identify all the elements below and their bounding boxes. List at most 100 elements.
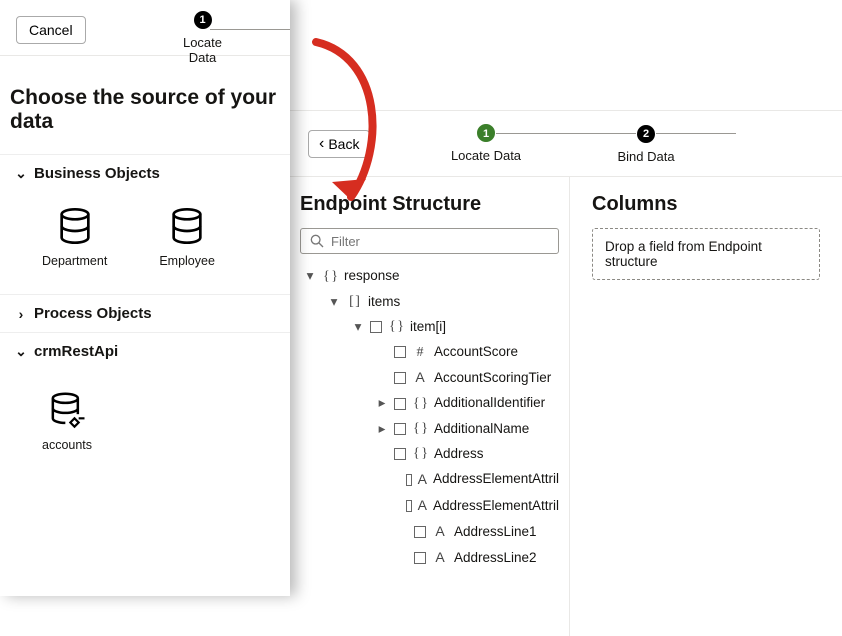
section-label: Business Objects: [34, 165, 160, 182]
string-type-icon: [418, 493, 427, 519]
node-label: item[i]: [410, 315, 446, 339]
node-label: AddressLine2: [454, 546, 537, 570]
tree-node[interactable]: AccountScoringTier: [300, 365, 559, 391]
string-type-icon: [412, 365, 428, 391]
node-label: response: [344, 264, 400, 288]
node-label: AccountScore: [434, 340, 518, 364]
cancel-button[interactable]: Cancel: [16, 16, 86, 44]
step-1-dot: 1: [194, 11, 212, 29]
filter-input[interactable]: [331, 234, 550, 249]
chevron-left-icon: ‹: [319, 136, 324, 152]
database-connected-icon: [47, 390, 87, 430]
object-label: Department: [42, 254, 107, 268]
tree-node[interactable]: AddressElementAttril: [300, 493, 559, 519]
collapse-icon[interactable]: ▾: [328, 290, 340, 314]
node-label: AddressLine1: [454, 520, 537, 544]
number-type-icon: [412, 340, 428, 365]
tree-node[interactable]: ▸ AdditionalIdentifier: [300, 391, 559, 416]
drop-target[interactable]: Drop a field from Endpoint structure: [592, 228, 820, 280]
chevron-down-icon: ⌄: [14, 343, 28, 360]
back-button[interactable]: ‹ Back: [308, 130, 370, 158]
checkbox[interactable]: [394, 372, 406, 384]
string-type-icon: [432, 519, 448, 545]
node-label: AccountScoringTier: [434, 366, 551, 390]
tree-node[interactable]: ▸ AdditionalName: [300, 416, 559, 441]
object-label: accounts: [42, 438, 92, 452]
filter-input-wrap[interactable]: [300, 228, 559, 254]
crm-items: accounts: [0, 370, 290, 478]
object-label: Employee: [159, 254, 215, 268]
step-1: 1 Locate Data: [170, 10, 235, 65]
step-locate-data[interactable]: 1 Locate Data: [406, 124, 566, 163]
expand-icon[interactable]: ▸: [376, 391, 388, 415]
right-panel: ‹ Back 1 Locate Data 2 Bind Data Endpoin…: [290, 110, 842, 636]
endpoint-title: Endpoint Structure: [300, 193, 559, 216]
node-label: AdditionalName: [434, 417, 529, 441]
node-label: AddressElementAttril: [433, 467, 559, 491]
checkbox[interactable]: [370, 321, 382, 333]
endpoint-tree: ▾ response ▾ items ▾ item[i] AccountScor…: [300, 264, 559, 571]
object-department[interactable]: Department: [42, 206, 107, 268]
section-process-objects[interactable]: › Process Objects: [0, 294, 290, 332]
chevron-right-icon: ›: [14, 306, 28, 322]
object-type-icon: [322, 264, 338, 289]
tree-node[interactable]: AccountScore: [300, 340, 559, 365]
left-panel: Cancel 1 Locate Data Choose the source o…: [0, 0, 290, 596]
checkbox[interactable]: [394, 423, 406, 435]
checkbox[interactable]: [394, 448, 406, 460]
object-accounts[interactable]: accounts: [42, 390, 92, 452]
left-header: Cancel 1 Locate Data: [0, 0, 290, 56]
step-1-label: Locate Data: [170, 35, 235, 65]
checkbox[interactable]: [394, 346, 406, 358]
object-type-icon: [412, 391, 428, 416]
tree-node[interactable]: AddressLine1: [300, 519, 559, 545]
tree-node-items[interactable]: ▾ items: [300, 289, 559, 314]
checkbox[interactable]: [414, 552, 426, 564]
node-label: items: [368, 290, 400, 314]
right-header: ‹ Back 1 Locate Data 2 Bind Data: [290, 111, 842, 177]
page-title: Choose the source of your data: [10, 86, 290, 134]
back-label: Back: [328, 136, 359, 152]
checkbox[interactable]: [414, 526, 426, 538]
stepper-line: [656, 133, 736, 134]
database-icon: [167, 206, 207, 246]
step-bind-data[interactable]: 2 Bind Data: [566, 124, 726, 164]
array-type-icon: [346, 289, 362, 314]
object-type-icon: [412, 441, 428, 466]
tree-node[interactable]: AddressElementAttril: [300, 467, 559, 493]
checkbox[interactable]: [406, 474, 411, 486]
endpoint-structure-col: Endpoint Structure ▾ response ▾ items: [290, 177, 570, 636]
tree-node[interactable]: AddressLine2: [300, 545, 559, 571]
section-crm-rest-api[interactable]: ⌄ crmRestApi: [0, 332, 290, 370]
columns-title: Columns: [592, 193, 820, 216]
columns-col: Columns Drop a field from Endpoint struc…: [570, 177, 842, 636]
step-dot-2: 2: [637, 125, 655, 143]
object-employee[interactable]: Employee: [159, 206, 215, 268]
expand-icon[interactable]: ▸: [376, 417, 388, 441]
section-business-objects[interactable]: ⌄ Business Objects: [0, 154, 290, 192]
collapse-icon[interactable]: ▾: [304, 264, 316, 288]
checkbox[interactable]: [394, 398, 406, 410]
search-icon: [309, 233, 325, 249]
step-dot-1: 1: [477, 124, 495, 142]
tree-node-item-i[interactable]: ▾ item[i]: [300, 314, 559, 339]
step-2-label: Bind Data: [566, 149, 726, 164]
stepper-line: [210, 29, 290, 30]
right-stepper: 1 Locate Data 2 Bind Data: [406, 124, 726, 164]
node-label: Address: [434, 442, 484, 466]
business-objects-items: Department Employee: [0, 192, 290, 294]
node-label: AddressElementAttril: [433, 494, 559, 518]
object-type-icon: [388, 314, 404, 339]
object-type-icon: [412, 416, 428, 441]
collapse-icon[interactable]: ▾: [352, 315, 364, 339]
tree-node[interactable]: Address: [300, 441, 559, 466]
string-type-icon: [432, 545, 448, 571]
right-body: Endpoint Structure ▾ response ▾ items: [290, 177, 842, 636]
chevron-down-icon: ⌄: [14, 165, 28, 182]
checkbox[interactable]: [406, 500, 411, 512]
node-label: AdditionalIdentifier: [434, 391, 545, 415]
section-label: crmRestApi: [34, 343, 118, 360]
tree-node-response[interactable]: ▾ response: [300, 264, 559, 289]
database-icon: [55, 206, 95, 246]
section-label: Process Objects: [34, 305, 152, 322]
